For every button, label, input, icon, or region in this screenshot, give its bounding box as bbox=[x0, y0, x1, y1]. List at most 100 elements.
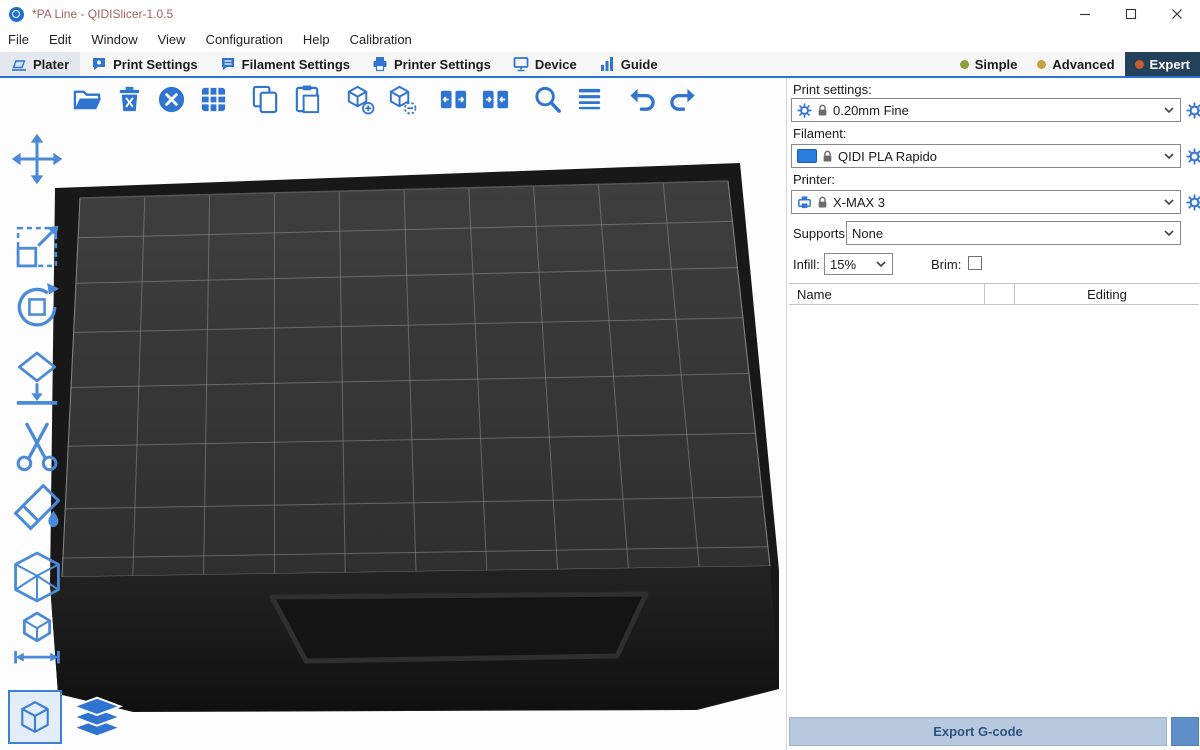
tab-filament-settings[interactable]: Filament Settings bbox=[209, 52, 361, 76]
supports-combobox[interactable]: None bbox=[846, 221, 1181, 245]
filament-settings-icon bbox=[220, 56, 236, 72]
mesh-tool-icon[interactable] bbox=[8, 548, 66, 606]
plater-icon bbox=[11, 56, 27, 72]
infill-label: Infill: bbox=[793, 257, 820, 272]
filament-label: Filament: bbox=[793, 126, 846, 141]
mode-switcher: Simple Advanced Expert bbox=[950, 52, 1200, 76]
filament-combobox[interactable]: QIDI PLA Rapido bbox=[791, 144, 1181, 168]
name-column-header: Name bbox=[789, 284, 985, 304]
split-to-parts-icon[interactable] bbox=[480, 84, 511, 115]
tab-plater[interactable]: Plater bbox=[0, 52, 80, 76]
mode-expert[interactable]: Expert bbox=[1125, 52, 1200, 76]
mode-expert-label: Expert bbox=[1150, 57, 1190, 72]
measure-tool-icon[interactable] bbox=[8, 608, 66, 666]
toolbar-group-file bbox=[72, 84, 229, 115]
infill-combobox[interactable]: 15% bbox=[824, 253, 893, 275]
guide-icon bbox=[599, 56, 615, 72]
lock-icon bbox=[822, 150, 833, 163]
export-options-button[interactable] bbox=[1171, 717, 1199, 746]
menu-bar: File Edit Window View Configuration Help… bbox=[0, 28, 1200, 52]
window-title: *PA Line - QIDISlicer-1.0.5 bbox=[32, 7, 173, 21]
export-gcode-label: Export G-code bbox=[933, 724, 1023, 739]
3d-viewport[interactable] bbox=[0, 78, 786, 750]
sliced-layers-icon bbox=[70, 693, 124, 741]
copy-icon[interactable] bbox=[250, 84, 281, 115]
window-controls bbox=[1062, 0, 1200, 28]
object-list-header: Name Editing bbox=[789, 283, 1199, 305]
tab-filament-settings-label: Filament Settings bbox=[242, 57, 350, 72]
variable-layer-height-icon[interactable] bbox=[574, 84, 605, 115]
printer-gear-button[interactable] bbox=[1184, 192, 1200, 212]
supports-label: Supports: bbox=[793, 226, 849, 241]
menu-configuration[interactable]: Configuration bbox=[196, 28, 293, 52]
simple-mode-dot-icon bbox=[960, 60, 969, 69]
gizmo-toolbar bbox=[8, 130, 66, 666]
main-tab-bar: Plater Print Settings Filament Settings … bbox=[0, 52, 1200, 78]
print-bed-canvas[interactable] bbox=[0, 78, 786, 750]
filament-gear-button[interactable] bbox=[1184, 146, 1200, 166]
brim-checkbox[interactable] bbox=[968, 256, 982, 270]
expert-mode-dot-icon bbox=[1135, 60, 1144, 69]
menu-view[interactable]: View bbox=[148, 28, 196, 52]
printer-combobox[interactable]: X-MAX 3 bbox=[791, 190, 1181, 214]
tab-print-settings[interactable]: Print Settings bbox=[80, 52, 209, 76]
print-settings-gear-button[interactable] bbox=[1184, 100, 1200, 120]
split-to-objects-icon[interactable] bbox=[438, 84, 469, 115]
3d-editor-view-button[interactable] bbox=[8, 690, 62, 744]
redo-icon[interactable] bbox=[668, 84, 699, 115]
remove-instance-icon[interactable] bbox=[386, 84, 417, 115]
gear-icon bbox=[797, 103, 812, 118]
add-instance-icon[interactable] bbox=[344, 84, 375, 115]
place-on-face-tool-icon[interactable] bbox=[8, 348, 66, 406]
mode-advanced[interactable]: Advanced bbox=[1027, 52, 1124, 76]
chevron-down-icon bbox=[876, 261, 886, 267]
rotate-tool-icon[interactable] bbox=[8, 278, 66, 336]
app-logo-icon bbox=[9, 7, 24, 22]
preview-layers-view-button[interactable] bbox=[70, 690, 124, 744]
move-tool-icon[interactable] bbox=[8, 130, 66, 188]
advanced-mode-dot-icon bbox=[1037, 60, 1046, 69]
menu-calibration[interactable]: Calibration bbox=[340, 28, 422, 52]
lock-icon bbox=[817, 104, 828, 117]
print-settings-icon bbox=[91, 56, 107, 72]
tab-printer-settings[interactable]: Printer Settings bbox=[361, 52, 502, 76]
tab-device[interactable]: Device bbox=[502, 52, 588, 76]
chevron-down-icon bbox=[1164, 107, 1174, 113]
export-gcode-button[interactable]: Export G-code bbox=[789, 717, 1167, 746]
mode-advanced-label: Advanced bbox=[1052, 57, 1114, 72]
delete-all-icon[interactable] bbox=[156, 84, 187, 115]
tab-printer-settings-label: Printer Settings bbox=[394, 57, 491, 72]
3d-editor-cube-icon bbox=[17, 699, 53, 735]
lock-icon bbox=[817, 196, 828, 209]
paint-tool-icon[interactable] bbox=[8, 478, 66, 536]
search-icon[interactable] bbox=[532, 84, 563, 115]
maximize-button[interactable] bbox=[1108, 0, 1154, 28]
menu-file[interactable]: File bbox=[0, 28, 39, 52]
menu-window[interactable]: Window bbox=[81, 28, 147, 52]
toolbar-group-instances bbox=[344, 84, 417, 115]
close-button[interactable] bbox=[1154, 0, 1200, 28]
open-project-icon[interactable] bbox=[72, 84, 103, 115]
cut-tool-icon[interactable] bbox=[8, 418, 66, 476]
plater-toolbar bbox=[72, 84, 720, 115]
paste-icon[interactable] bbox=[292, 84, 323, 115]
menu-help[interactable]: Help bbox=[293, 28, 340, 52]
menu-edit[interactable]: Edit bbox=[39, 28, 81, 52]
tab-guide-label: Guide bbox=[621, 57, 658, 72]
printer-label: Printer: bbox=[793, 172, 835, 187]
print-settings-combobox[interactable]: 0.20mm Fine bbox=[791, 98, 1181, 122]
toolbar-group-view bbox=[532, 84, 605, 115]
minimize-button[interactable] bbox=[1062, 0, 1108, 28]
tab-guide[interactable]: Guide bbox=[588, 52, 669, 76]
device-icon bbox=[513, 56, 529, 72]
object-list-empty-area[interactable] bbox=[789, 305, 1199, 710]
filament-value: QIDI PLA Rapido bbox=[838, 149, 937, 164]
arrange-icon[interactable] bbox=[198, 84, 229, 115]
gear-icon bbox=[1186, 194, 1200, 211]
delete-icon[interactable] bbox=[114, 84, 145, 115]
infill-value: 15% bbox=[830, 257, 856, 272]
mode-simple[interactable]: Simple bbox=[950, 52, 1028, 76]
undo-icon[interactable] bbox=[626, 84, 657, 115]
printer-settings-icon bbox=[372, 56, 388, 72]
scale-tool-icon[interactable] bbox=[8, 218, 66, 276]
